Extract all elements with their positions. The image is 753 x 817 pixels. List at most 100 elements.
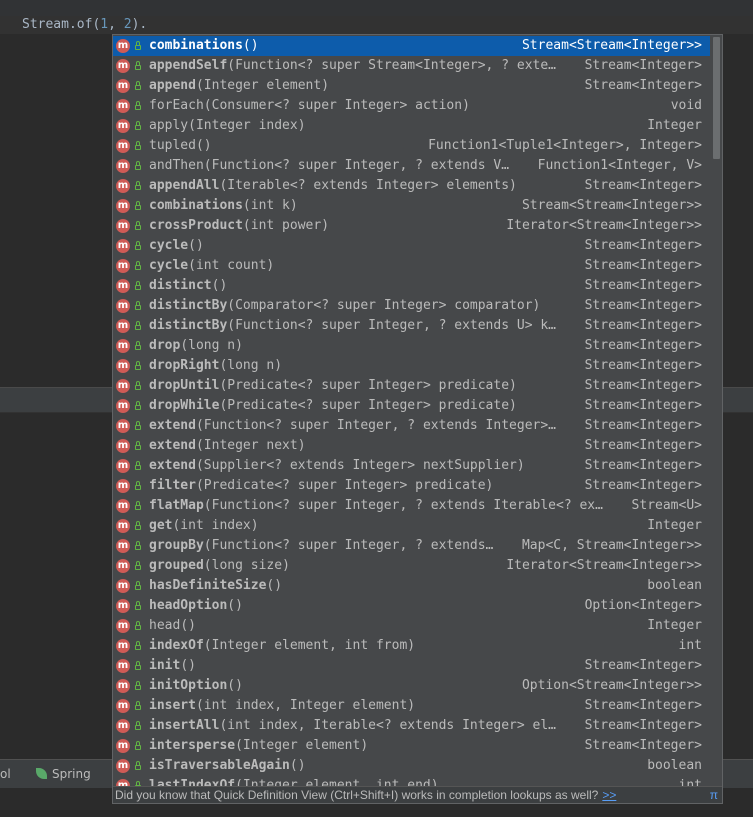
completion-params: (int index, Iterable<? extends Integer> … <box>219 718 556 733</box>
public-lock-icon <box>134 501 142 510</box>
method-icon: m <box>116 299 130 313</box>
pi-icon[interactable]: π <box>710 787 718 803</box>
completion-item[interactable]: m forEach(Consumer<? super Integer> actio… <box>113 96 710 116</box>
completion-params: () <box>180 618 196 633</box>
completion-item[interactable]: m extend(Function<? super Integer, ? exte… <box>113 416 710 436</box>
completion-method-name: dropWhile <box>149 398 220 413</box>
completion-params: (Integer index) <box>188 118 306 133</box>
completion-item[interactable]: m dropRight(long n) Stream<Integer> <box>113 356 710 376</box>
completion-item[interactable]: m insertAll(int index, Iterable<? extends… <box>113 716 710 736</box>
completion-scrollbar-thumb[interactable] <box>713 37 720 159</box>
completion-item[interactable]: m flatMap(Function<? super Integer, ? ext… <box>113 496 710 516</box>
completion-signature: lastIndexOf(Integer element, int end) <box>149 776 439 786</box>
completion-popup[interactable]: m combinations() Stream<Stream<Integer>> m a… <box>112 34 723 804</box>
completion-method-name: combinations <box>149 198 243 213</box>
code-line[interactable]: Stream.of(1, 2). <box>22 16 147 34</box>
completion-item[interactable]: m groupBy(Function<? super Integer, ? ext… <box>113 536 710 556</box>
completion-item[interactable]: m combinations(int k) Stream<Stream<Intege… <box>113 196 710 216</box>
completion-params: (Comparator<? super Integer> comparator) <box>227 298 541 313</box>
completion-hint-bar: Did you know that Quick Definition View … <box>113 786 722 803</box>
completion-item[interactable]: m distinct() Stream<Integer> <box>113 276 710 296</box>
completion-signature: dropWhile(Predicate<? super Integer> pre… <box>149 396 517 416</box>
completion-item[interactable]: m tupled() Function1<Tuple1<Integer>, Inte… <box>113 136 710 156</box>
completion-params: (long n) <box>219 358 283 373</box>
completion-item[interactable]: m filter(Predicate<? super Integer> predi… <box>113 476 710 496</box>
completion-return-type: Stream<U> <box>631 498 702 513</box>
public-lock-icon <box>134 341 142 350</box>
completion-params: () <box>195 138 212 153</box>
completion-item[interactable]: m andThen(Function<? super Integer, ? ext… <box>113 156 710 176</box>
completion-return-type: Stream<Integer> <box>584 58 702 73</box>
hint-more-link[interactable]: >> <box>602 788 616 802</box>
method-icon: m <box>116 279 130 293</box>
completion-item[interactable]: m intersperse(Integer element) Stream<Inte… <box>113 736 710 756</box>
completion-params: (Integer element, int end) <box>235 778 439 786</box>
completion-signature: filter(Predicate<? super Integer> predic… <box>149 476 493 496</box>
completion-method-name: dropRight <box>149 358 220 373</box>
method-icon: m <box>116 119 130 133</box>
public-lock-icon <box>134 301 142 310</box>
completion-return-type: Option<Integer> <box>584 598 702 613</box>
completion-item[interactable]: m combinations() Stream<Stream<Integer>> <box>113 36 710 56</box>
public-lock-icon <box>134 401 142 410</box>
completion-signature: isTraversableAgain() <box>149 756 306 776</box>
public-lock-icon <box>134 161 142 170</box>
completion-item[interactable]: m grouped(long size) Iterator<Stream<Integ… <box>113 556 710 576</box>
completion-params: (long size) <box>203 558 290 573</box>
completion-item[interactable]: m indexOf(Integer element, int from) int <box>113 636 710 656</box>
completion-item[interactable]: m extend(Supplier<? extends Integer> next… <box>113 456 710 476</box>
completion-signature: initOption() <box>149 676 243 696</box>
completion-item[interactable]: m crossProduct(int power) Iterator<Stream<… <box>113 216 710 236</box>
completion-return-type: Stream<Integer> <box>584 278 702 293</box>
completion-item[interactable]: m hasDefiniteSize() boolean <box>113 576 710 596</box>
completion-method-name: initOption <box>149 678 228 693</box>
completion-return-type: Stream<Integer> <box>584 258 702 273</box>
code-suffix: ). <box>131 17 148 32</box>
method-icon: m <box>116 59 130 73</box>
method-icon: m <box>116 139 130 153</box>
completion-item[interactable]: m init() Stream<Integer> <box>113 656 710 676</box>
tool-tab-spring[interactable]: Spring <box>36 760 91 788</box>
tool-tab-ol[interactable]: ol <box>0 760 11 788</box>
method-icon: m <box>116 359 130 373</box>
completion-method-name: groupBy <box>149 538 204 553</box>
completion-item[interactable]: m get(int index) Integer <box>113 516 710 536</box>
completion-signature: insertAll(int index, Iterable<? extends … <box>149 716 556 736</box>
completion-item[interactable]: m extend(Integer next) Stream<Integer> <box>113 436 710 456</box>
completion-item[interactable]: m lastIndexOf(Integer element, int end) in… <box>113 776 710 786</box>
completion-item[interactable]: m cycle() Stream<Integer> <box>113 236 710 256</box>
completion-item[interactable]: m dropUntil(Predicate<? super Integer> pr… <box>113 376 710 396</box>
completion-item[interactable]: m appendAll(Iterable<? extends Integer> e… <box>113 176 710 196</box>
completion-item[interactable]: m insert(int index, Integer element) Strea… <box>113 696 710 716</box>
completion-item[interactable]: m distinctBy(Function<? super Integer, ? … <box>113 316 710 336</box>
completion-item[interactable]: m drop(long n) Stream<Integer> <box>113 336 710 356</box>
public-lock-icon <box>134 81 142 90</box>
public-lock-icon <box>134 181 142 190</box>
completion-return-type: Stream<Integer> <box>584 658 702 673</box>
completion-item[interactable]: m isTraversableAgain() boolean <box>113 756 710 776</box>
completion-scrollbar[interactable] <box>710 35 722 787</box>
completion-item[interactable]: m appendSelf(Function<? super Stream<Inte… <box>113 56 710 76</box>
completion-params: (Integer next) <box>195 438 306 453</box>
completion-item[interactable]: m head() Integer <box>113 616 710 636</box>
completion-method-name: andThen <box>149 158 204 173</box>
completion-return-type: Iterator<Stream<Integer>> <box>506 558 702 573</box>
completion-item[interactable]: m headOption() Option<Integer> <box>113 596 710 616</box>
completion-item[interactable]: m initOption() Option<Stream<Integer>> <box>113 676 710 696</box>
completion-item[interactable]: m distinctBy(Comparator<? super Integer> … <box>113 296 710 316</box>
completion-method-name: insertAll <box>149 718 220 733</box>
completion-method-name: insert <box>149 698 196 713</box>
completion-item[interactable]: m cycle(int count) Stream<Integer> <box>113 256 710 276</box>
completion-item[interactable]: m append(Integer element) Stream<Integer> <box>113 76 710 96</box>
completion-signature: flatMap(Function<? super Integer, ? exte… <box>149 496 603 516</box>
completion-item[interactable]: m dropWhile(Predicate<? super Integer> pr… <box>113 396 710 416</box>
completion-signature: distinctBy(Function<? super Integer, ? e… <box>149 316 556 336</box>
completion-params: () <box>266 578 283 593</box>
completion-item[interactable]: m apply(Integer index) Integer <box>113 116 710 136</box>
public-lock-icon <box>134 421 142 430</box>
completion-method-name: grouped <box>149 558 204 573</box>
completion-return-type: Iterator<Stream<Integer>> <box>506 218 702 233</box>
completion-list[interactable]: m combinations() Stream<Stream<Integer>> m a… <box>113 36 710 786</box>
completion-method-name: dropUntil <box>149 378 220 393</box>
completion-params: (Integer element) <box>235 738 369 753</box>
